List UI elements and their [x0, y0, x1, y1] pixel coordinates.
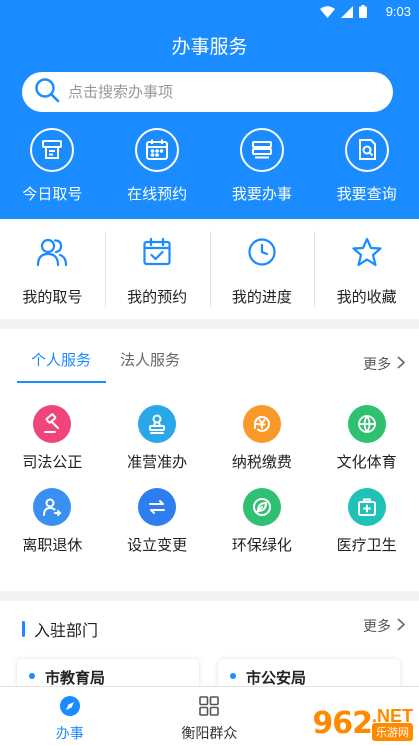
- tab-personal-services[interactable]: 个人服务: [31, 349, 91, 370]
- search-input[interactable]: [68, 83, 368, 101]
- chevron-right-icon: [397, 356, 406, 372]
- bullet-dot: [29, 673, 35, 679]
- yuan-refresh-icon: [242, 405, 281, 443]
- my-progress[interactable]: 我的进度: [209, 219, 315, 319]
- tab-label: 衡阳群众: [181, 725, 238, 741]
- service-label: 环保绿化: [231, 537, 292, 554]
- my-item-label: 我的收藏: [336, 289, 397, 306]
- clock-icon: [247, 237, 277, 272]
- my-item-label: 我的取号: [22, 289, 83, 306]
- status-bar: 9:03: [0, 0, 419, 24]
- ticket-icon: [30, 128, 75, 172]
- grid-icon: [198, 695, 220, 720]
- bullet-dot: [230, 673, 236, 679]
- basketball-icon: [347, 405, 386, 443]
- service-grid: 司法公正 准营准办 纳税缴费 文化体育 离职退休 设立变更 环保绿化 医疗卫生: [0, 405, 419, 555]
- tab-hengyang-public[interactable]: 衡阳群众: [140, 687, 280, 745]
- service-label: 医疗卫生: [336, 537, 397, 554]
- leaf-icon: [242, 488, 281, 526]
- service-establish-change[interactable]: 设立变更: [105, 488, 210, 555]
- departments-title: 入驻部门: [34, 623, 99, 640]
- query-icon: [344, 128, 389, 172]
- service-judicial[interactable]: 司法公正: [0, 405, 105, 472]
- my-favorites[interactable]: 我的收藏: [314, 219, 419, 319]
- departments-more-link[interactable]: 更多: [363, 616, 406, 636]
- compass-icon: [59, 695, 81, 720]
- heading-accent-bar: [22, 621, 25, 637]
- my-items-panel: 我的取号 我的预约 我的进度 我的收藏: [0, 219, 419, 319]
- service-tabs: 个人服务 法人服务 更多: [0, 329, 419, 384]
- users-icon: [36, 237, 68, 272]
- documents-icon: [239, 128, 284, 172]
- wifi-icon: [320, 5, 335, 21]
- quick-action-handle-affairs[interactable]: 我要办事: [210, 128, 315, 204]
- departments-panel: 入驻部门 更多 市教育局 市公安局: [0, 601, 419, 695]
- person-exit-icon: [33, 488, 72, 526]
- quick-actions: 今日取号 在线预约 我要办事 我要查询: [0, 128, 419, 204]
- service-culture-sports[interactable]: 文化体育: [314, 405, 419, 472]
- quick-action-label: 我要办事: [231, 186, 292, 203]
- departments-heading: 入驻部门: [22, 617, 98, 641]
- tab-label: 办事: [55, 725, 84, 741]
- my-item-label: 我的预约: [127, 289, 188, 306]
- service-environment[interactable]: 环保绿化: [210, 488, 315, 555]
- quick-action-label: 我要查询: [336, 186, 397, 203]
- battery-icon: [359, 5, 367, 21]
- quick-action-today-ticket[interactable]: 今日取号: [0, 128, 105, 204]
- quick-action-label: 今日取号: [22, 186, 83, 203]
- service-label: 司法公正: [22, 454, 83, 471]
- search-bar[interactable]: [22, 72, 393, 112]
- watermark-subtitle: 乐游网: [372, 723, 413, 741]
- service-label: 设立变更: [127, 537, 188, 554]
- calendar-icon: [135, 128, 180, 172]
- my-bookings[interactable]: 我的预约: [104, 219, 210, 319]
- status-time: 9:03: [385, 4, 411, 19]
- service-label: 纳税缴费: [231, 454, 292, 471]
- stamp-icon: [138, 405, 177, 443]
- gavel-icon: [33, 405, 72, 443]
- chevron-right-icon: [397, 618, 406, 634]
- swap-icon: [138, 488, 177, 526]
- tab-corporate-services[interactable]: 法人服务: [120, 349, 180, 370]
- search-icon: [34, 77, 60, 108]
- service-retirement[interactable]: 离职退休: [0, 488, 105, 555]
- service-business-permit[interactable]: 准营准办: [105, 405, 210, 472]
- more-label: 更多: [363, 356, 391, 372]
- active-tab-indicator: [17, 381, 106, 383]
- my-item-label: 我的进度: [231, 289, 292, 306]
- star-icon: [351, 237, 383, 272]
- status-icons: [320, 5, 367, 21]
- quick-action-label: 在线预约: [127, 186, 188, 203]
- signal-icon: [341, 5, 353, 21]
- calendar-check-icon: [142, 237, 172, 272]
- page-title: 办事服务: [171, 37, 248, 58]
- services-panel: 个人服务 法人服务 更多 司法公正 准营准办 纳税缴费 文化体育 离职退休 设立…: [0, 329, 419, 591]
- service-label: 文化体育: [336, 454, 397, 471]
- watermark-number: 962: [312, 706, 373, 741]
- service-tax-payment[interactable]: 纳税缴费: [210, 405, 315, 472]
- service-label: 离职退休: [22, 537, 83, 554]
- my-tickets[interactable]: 我的取号: [0, 219, 105, 319]
- tab-affairs[interactable]: 办事: [0, 687, 140, 745]
- medical-kit-icon: [347, 488, 386, 526]
- services-more-link[interactable]: 更多: [363, 354, 406, 374]
- service-healthcare[interactable]: 医疗卫生: [314, 488, 419, 555]
- quick-action-online-booking[interactable]: 在线预约: [105, 128, 210, 204]
- quick-action-query[interactable]: 我要查询: [314, 128, 419, 204]
- service-label: 准营准办: [127, 454, 188, 471]
- more-label: 更多: [363, 618, 391, 634]
- watermark-logo: 962 .NET 乐游网: [312, 706, 413, 741]
